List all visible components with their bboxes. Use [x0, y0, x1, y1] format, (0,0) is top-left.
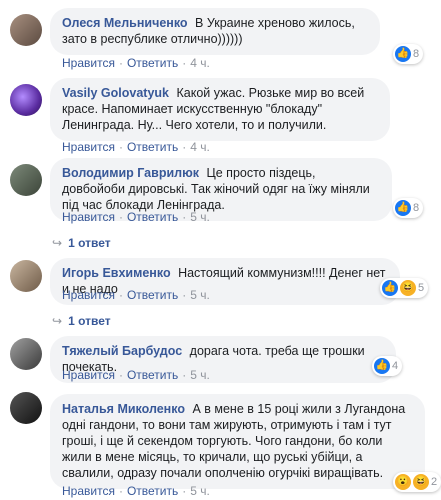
reaction-count: 8	[413, 202, 420, 214]
separator: ·	[182, 140, 187, 154]
like-icon: 👍	[395, 46, 411, 62]
separator: ·	[182, 368, 187, 382]
replies-count: 1 ответ	[68, 236, 111, 250]
wow-icon: 😮	[395, 474, 411, 490]
reply-button[interactable]: Ответить	[127, 56, 178, 70]
comment-bubble: Наталья Миколенко А в мене в 15 році жил…	[50, 394, 425, 489]
like-button[interactable]: Нравится	[62, 288, 115, 302]
reaction-summary[interactable]: 👍 4	[372, 356, 403, 376]
view-replies-link[interactable]: ↪ 1 ответ	[52, 314, 111, 328]
comment-bubble: Vasily Golovatyuk Какой ужас. Рюзьке мир…	[50, 78, 390, 141]
comment-bubble: Олеся Мельниченко В Украине хреново жило…	[50, 8, 380, 55]
comment-actions: Нравится · Ответить · 4 ч.	[62, 56, 210, 70]
separator: ·	[182, 484, 187, 498]
separator: ·	[118, 140, 123, 154]
reply-button[interactable]: Ответить	[127, 484, 178, 498]
reply-button[interactable]: Ответить	[127, 140, 178, 154]
comment-author[interactable]: Наталья Миколенко	[62, 402, 185, 416]
reply-button[interactable]: Ответить	[127, 210, 178, 224]
replies-count: 1 ответ	[68, 314, 111, 328]
reaction-count: 2	[431, 476, 438, 488]
view-replies-link[interactable]: ↪ 1 ответ	[52, 236, 111, 250]
like-button[interactable]: Нравится	[62, 368, 115, 382]
reply-arrow-icon: ↪	[52, 236, 63, 250]
reaction-summary[interactable]: 😮 😆 2	[393, 472, 441, 492]
haha-icon: 😆	[413, 474, 429, 490]
avatar[interactable]	[10, 260, 42, 292]
timestamp[interactable]: 5 ч.	[190, 288, 210, 302]
comment-actions: Нравится · Ответить · 5 ч.	[62, 288, 210, 302]
avatar[interactable]	[10, 84, 42, 116]
comment-author[interactable]: Игорь Евхименко	[62, 266, 171, 280]
separator: ·	[118, 368, 123, 382]
avatar[interactable]	[10, 14, 42, 46]
like-button[interactable]: Нравится	[62, 484, 115, 498]
separator: ·	[118, 484, 123, 498]
comment-author[interactable]: Vasily Golovatyuk	[62, 86, 169, 100]
reply-arrow-icon: ↪	[52, 314, 63, 328]
separator: ·	[182, 288, 187, 302]
avatar[interactable]	[10, 338, 42, 370]
comment-actions: Нравится · Ответить · 5 ч.	[62, 210, 210, 224]
separator: ·	[182, 210, 187, 224]
separator: ·	[118, 288, 123, 302]
comment-actions: Нравится · Ответить · 5 ч.	[62, 368, 210, 382]
avatar[interactable]	[10, 164, 42, 196]
like-button[interactable]: Нравится	[62, 56, 115, 70]
timestamp[interactable]: 5 ч.	[190, 484, 210, 498]
comment-author[interactable]: Тяжелый Барбудос	[62, 344, 182, 358]
like-icon: 👍	[382, 280, 398, 296]
reaction-count: 5	[418, 282, 425, 294]
avatar[interactable]	[10, 392, 42, 424]
separator: ·	[182, 56, 187, 70]
comment-author[interactable]: Володимир Гаврилюк	[62, 166, 199, 180]
timestamp[interactable]: 5 ч.	[190, 368, 210, 382]
haha-icon: 😆	[400, 280, 416, 296]
timestamp[interactable]: 4 ч.	[190, 140, 210, 154]
timestamp[interactable]: 4 ч.	[190, 56, 210, 70]
like-button[interactable]: Нравится	[62, 210, 115, 224]
comment-author[interactable]: Олеся Мельниченко	[62, 16, 188, 30]
reaction-summary[interactable]: 👍 8	[393, 198, 424, 218]
separator: ·	[118, 210, 123, 224]
reaction-count: 8	[413, 48, 420, 60]
timestamp[interactable]: 5 ч.	[190, 210, 210, 224]
reaction-summary[interactable]: 👍 😆 5	[380, 278, 429, 298]
separator: ·	[118, 56, 123, 70]
like-button[interactable]: Нравится	[62, 140, 115, 154]
comment-actions: Нравится · Ответить · 4 ч.	[62, 140, 210, 154]
like-icon: 👍	[374, 358, 390, 374]
reply-button[interactable]: Ответить	[127, 288, 178, 302]
comment-actions: Нравится · Ответить · 5 ч.	[62, 484, 210, 498]
reaction-count: 4	[392, 360, 399, 372]
reaction-summary[interactable]: 👍 8	[393, 44, 424, 64]
like-icon: 👍	[395, 200, 411, 216]
reply-button[interactable]: Ответить	[127, 368, 178, 382]
